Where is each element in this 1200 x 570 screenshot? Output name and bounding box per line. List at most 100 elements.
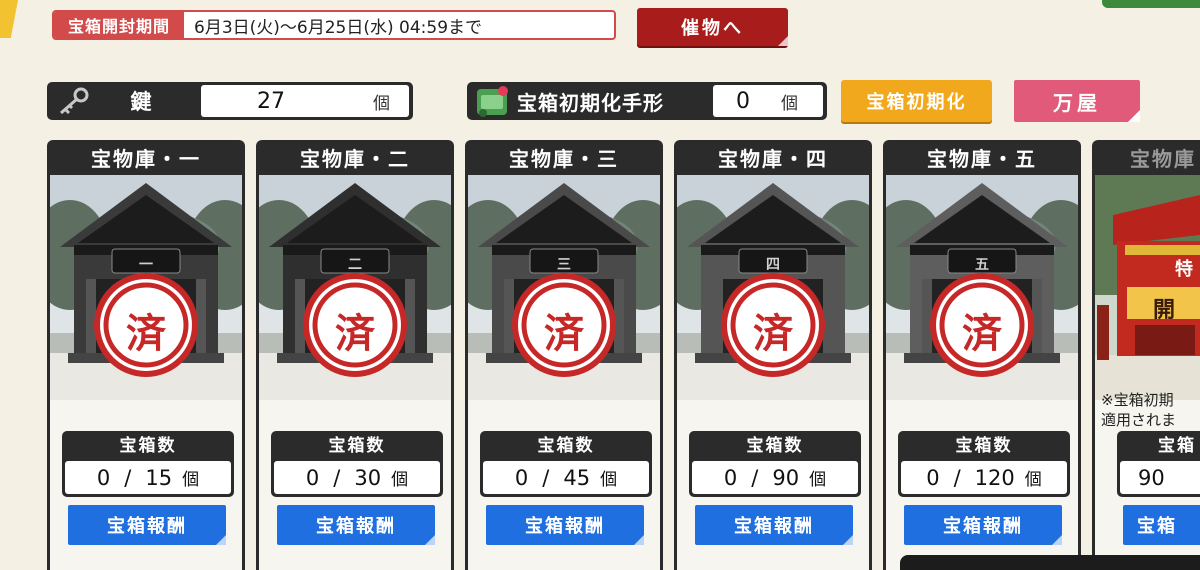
treasure-count-panel: 宝箱数 0 / 15 個: [62, 431, 234, 497]
special-vault-plaque: 特: [1175, 259, 1193, 280]
open-period-banner: 宝箱開封期間 6月3日(火)〜6月25日(水) 04:59まで: [52, 10, 616, 40]
treasure-count-panel: 宝箱数 0 / 30 個: [271, 431, 443, 497]
treasure-count-panel: 宝箱 90: [1117, 431, 1200, 497]
treasure-reward-button-label: 宝箱報酬: [734, 516, 814, 537]
bottom-overlay-bar: [900, 555, 1200, 570]
treasure-total-count: 45: [563, 465, 591, 490]
reset-ticket-counter: 宝箱初期化手形 0 個: [467, 82, 827, 120]
corner-fold-decoration: [843, 535, 853, 545]
vault-card-special[interactable]: 宝物庫 特 開 ※宝箱初期 適用されま 宝箱 90 宝箱: [1092, 140, 1200, 570]
count-separator: /: [953, 465, 961, 490]
treasure-total-count: 90: [772, 465, 800, 490]
key-count: 27: [257, 88, 285, 114]
special-vault-note: 適用されま: [1101, 411, 1177, 429]
vault-plaque: 二: [348, 257, 362, 273]
opened-stamp-icon: 済: [753, 310, 793, 357]
shop-button-label: 万屋: [1053, 90, 1101, 115]
treasure-count-panel: 宝箱数 0 / 45 個: [480, 431, 652, 497]
special-vault-open-label: 開: [1153, 298, 1176, 323]
scroll-ticket-icon: [473, 83, 513, 119]
treasure-count-label: 宝箱数: [746, 436, 804, 456]
vault-title: 宝物庫・二: [300, 147, 410, 171]
storehouse-illustration: [259, 175, 451, 400]
corner-fold-decoration: [634, 535, 644, 545]
special-vault-note: ※宝箱初期: [1101, 391, 1174, 409]
shop-button[interactable]: 万屋: [1014, 80, 1140, 122]
vault-title: 宝物庫・五: [927, 147, 1037, 171]
opened-stamp-icon: 済: [962, 310, 1002, 357]
treasure-reward-button-label: 宝箱報酬: [316, 516, 396, 537]
count-unit: 個: [600, 470, 618, 490]
treasure-opened-count: 0: [723, 465, 738, 490]
event-button[interactable]: 催物へ: [637, 8, 788, 46]
treasure-reward-button[interactable]: 宝箱報酬: [904, 505, 1062, 545]
vault-card[interactable]: 宝物庫・三 三 済 宝箱数 0 / 45 個 宝箱報酬: [465, 140, 663, 570]
menu-corner-tab[interactable]: [0, 0, 18, 38]
vault-title: 宝物庫: [1130, 147, 1196, 171]
vault-plaque: 一: [139, 257, 153, 273]
treasure-opened-count: 0: [305, 465, 320, 490]
vault-card[interactable]: 宝物庫・一 一 済 宝箱数 0 / 15 個 宝箱報酬: [47, 140, 245, 570]
treasure-opened-count: 0: [514, 465, 529, 490]
open-period-label: 宝箱開封期間: [54, 12, 185, 38]
corner-fold-decoration: [778, 36, 788, 46]
reset-treasure-button-label: 宝箱初期化: [866, 92, 967, 113]
treasure-count-label: 宝箱数: [119, 436, 177, 456]
vault-title: 宝物庫・三: [509, 147, 619, 171]
count-separator: /: [333, 465, 341, 490]
ticket-unit: 個: [781, 93, 798, 114]
reset-treasure-button[interactable]: 宝箱初期化: [841, 80, 992, 122]
event-button-label: 催物へ: [681, 18, 744, 39]
corner-fold-decoration: [1128, 110, 1140, 122]
ticket-label: 宝箱初期化手形: [517, 90, 664, 115]
count-separator: /: [542, 465, 550, 490]
key-counter: 鍵 27 個: [47, 82, 413, 120]
storehouse-illustration: [677, 175, 869, 400]
special-vault-illustration: [1095, 175, 1200, 400]
opened-stamp-icon: 済: [335, 310, 375, 357]
ticket-value-box: 0 個: [713, 85, 823, 117]
vault-plaque: 五: [975, 257, 989, 273]
vault-title: 宝物庫・四: [718, 147, 828, 171]
vault-card[interactable]: 宝物庫・四 四 済 宝箱数 0 / 90 個 宝箱報酬: [674, 140, 872, 570]
treasure-reward-button[interactable]: 宝箱報酬: [277, 505, 435, 545]
treasure-reward-button[interactable]: 宝箱: [1123, 505, 1200, 545]
treasure-reward-button[interactable]: 宝箱報酬: [486, 505, 644, 545]
treasure-total-count: 15: [145, 465, 173, 490]
treasure-reward-button-label: 宝箱: [1137, 516, 1177, 537]
treasure-reward-button-label: 宝箱報酬: [107, 516, 187, 537]
count-unit: 個: [182, 470, 200, 490]
count-separator: /: [124, 465, 132, 490]
key-unit: 個: [373, 93, 390, 114]
treasure-reward-button[interactable]: 宝箱報酬: [68, 505, 226, 545]
treasure-reward-button-label: 宝箱報酬: [525, 516, 605, 537]
key-value-box: 27 個: [201, 85, 409, 117]
ticket-count: 0: [736, 88, 750, 114]
corner-fold-decoration: [425, 535, 435, 545]
treasure-opened-count: 0: [926, 465, 940, 490]
count-unit: 個: [391, 470, 409, 490]
treasure-reward-button-label: 宝箱報酬: [943, 516, 1023, 537]
treasure-count-panel: 宝箱数 0 / 90 個: [689, 431, 861, 497]
vault-card[interactable]: 宝物庫・五 五 済 宝箱数 0 / 120 個 宝箱報酬: [883, 140, 1081, 570]
corner-fold-decoration: [216, 535, 226, 545]
treasure-count-label: 宝箱数: [955, 436, 1013, 456]
treasure-total-count: 30: [354, 465, 382, 490]
treasure-reward-button[interactable]: 宝箱報酬: [695, 505, 853, 545]
count-separator: /: [751, 465, 759, 490]
treasure-count-label: 宝箱数: [537, 436, 595, 456]
vault-title: 宝物庫・一: [91, 147, 201, 171]
treasure-opened-count: 0: [96, 465, 111, 490]
open-period-value: 6月3日(火)〜6月25日(水) 04:59まで: [194, 17, 483, 38]
key-label: 鍵: [130, 90, 152, 114]
treasure-total-count: 120: [974, 465, 1015, 490]
vault-plaque: 三: [557, 257, 571, 273]
treasure-count-label: 宝箱数: [328, 436, 386, 456]
opened-stamp-icon: 済: [126, 310, 166, 357]
treasure-count-value: 90: [1138, 465, 1165, 490]
corner-fold-decoration: [1052, 535, 1062, 545]
vault-card[interactable]: 宝物庫・二 二 済 宝箱数 0 / 30 個 宝箱報酬: [256, 140, 454, 570]
top-right-green-tab[interactable]: [1102, 0, 1200, 8]
storehouse-illustration: [468, 175, 660, 400]
treasure-count-label: 宝箱: [1158, 436, 1196, 456]
